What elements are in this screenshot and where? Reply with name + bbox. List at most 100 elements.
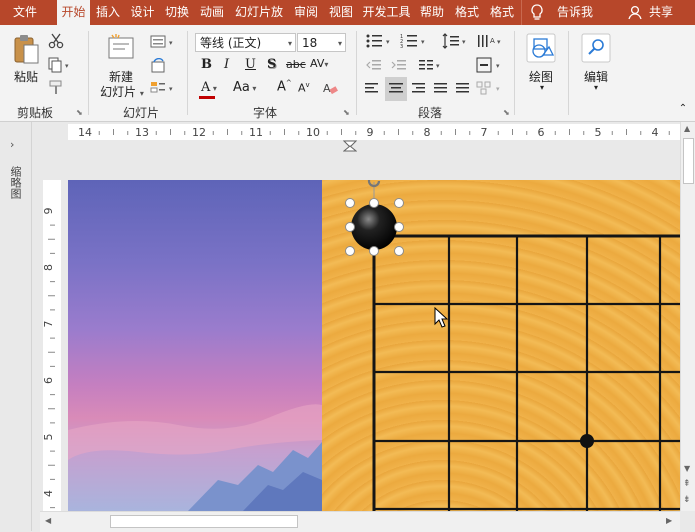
increase-indent-icon[interactable] — [390, 57, 408, 76]
layout-icon[interactable]: ▾ — [150, 35, 176, 52]
new-slide-label-2[interactable]: 幻灯片 ▾ — [96, 83, 148, 100]
smartart-icon[interactable]: ▾ — [476, 80, 504, 99]
scroll-left-icon[interactable]: ◀ — [45, 516, 51, 525]
numbering-icon[interactable]: 1 2 3 ▾ — [400, 33, 430, 52]
paragraph-launcher-icon[interactable]: ⬊ — [503, 108, 510, 117]
paste-button[interactable]: 粘贴 — [10, 68, 42, 85]
font-group-label: 字体 — [252, 106, 277, 120]
align-text-icon[interactable]: ▾ — [476, 57, 504, 76]
shrink-font-button[interactable]: Av — [298, 81, 310, 95]
search-icon[interactable] — [581, 33, 611, 66]
tab-developer[interactable]: 开发工具 — [359, 0, 414, 25]
black-stone-selection[interactable] — [338, 180, 408, 270]
tab-help[interactable]: 帮助 — [415, 0, 449, 25]
chevron-down-icon: ▾ — [539, 83, 544, 92]
expand-pane-icon[interactable]: › — [10, 138, 14, 151]
ruler-tick-label: 9 — [367, 126, 374, 139]
thumbnail-pane-label: 缩略图 — [9, 166, 22, 199]
resize-handle[interactable] — [369, 198, 379, 208]
resize-handle[interactable] — [394, 198, 404, 208]
ruler-tick-label: 11 — [249, 126, 263, 139]
align-center-icon[interactable] — [385, 77, 407, 101]
new-slide-icon[interactable] — [106, 33, 136, 64]
section-icon[interactable]: ▾ — [150, 80, 176, 99]
italic-button[interactable]: I — [224, 57, 229, 72]
text-shadow-button[interactable]: S — [267, 57, 276, 72]
ruler-indent-marker[interactable] — [342, 140, 358, 152]
tab-view[interactable]: 视图 — [324, 0, 358, 25]
line-spacing-icon[interactable]: ▾ — [442, 33, 470, 52]
lightbulb-icon[interactable] — [530, 4, 544, 24]
paste-icon[interactable] — [12, 33, 40, 68]
font-size-select[interactable]: 18 ▾ — [297, 33, 346, 52]
bold-button[interactable]: B — [201, 57, 212, 72]
rotate-handle-icon[interactable] — [363, 180, 385, 192]
previous-slide-icon[interactable]: ⇞ — [683, 479, 691, 489]
vertical-scrollbar[interactable]: ▲ ▼ ⇞ ⇟ — [680, 122, 695, 511]
slide-canvas[interactable] — [68, 180, 680, 511]
vertical-scroll-thumb[interactable] — [683, 138, 694, 184]
separator — [356, 31, 357, 115]
font-color-button[interactable]: A ▾ — [201, 80, 217, 95]
tab-format-2[interactable]: 格式 — [485, 0, 519, 25]
font-launcher-icon[interactable]: ⬊ — [343, 108, 350, 117]
tab-format-1[interactable]: 格式 — [450, 0, 484, 25]
ruler-tick-label: 4 — [43, 490, 55, 497]
tab-divider — [521, 0, 522, 25]
resize-handle[interactable] — [345, 246, 355, 256]
tab-design[interactable]: 设计 — [126, 0, 159, 25]
reset-icon[interactable] — [150, 57, 168, 77]
tell-me-search[interactable]: 告诉我 — [552, 0, 598, 25]
char-spacing-button[interactable]: AV▾ — [310, 57, 328, 70]
strikethrough-button[interactable]: abc — [286, 58, 306, 71]
scroll-down-icon[interactable]: ▼ — [684, 464, 690, 473]
black-go-stone[interactable] — [351, 204, 397, 250]
ruler-tick-label: 9 — [43, 208, 55, 215]
svg-text:▾: ▾ — [462, 38, 466, 46]
tab-transitions[interactable]: 切换 — [160, 0, 194, 25]
decrease-indent-icon[interactable] — [365, 57, 383, 76]
justify-icon[interactable] — [432, 80, 450, 99]
clear-formatting-icon[interactable]: A — [322, 80, 338, 99]
bullets-icon[interactable]: ▾ — [365, 33, 395, 52]
horizontal-scroll-thumb[interactable] — [110, 515, 298, 528]
ruler-tick-label: 7 — [481, 126, 488, 139]
resize-handle[interactable] — [394, 222, 404, 232]
change-case-button[interactable]: Aa ▾ — [233, 80, 256, 95]
ruler-tick-label: 8 — [424, 126, 431, 139]
align-right-icon[interactable] — [410, 80, 428, 99]
resize-handle[interactable] — [345, 222, 355, 232]
clipboard-launcher-icon[interactable]: ⬊ — [76, 108, 83, 117]
cut-icon[interactable] — [48, 33, 64, 52]
columns-icon[interactable]: ▾ — [418, 57, 444, 76]
tab-review[interactable]: 审阅 — [289, 0, 323, 25]
underline-button[interactable]: U — [245, 57, 256, 72]
tab-slideshow[interactable]: 幻灯片放 — [230, 0, 288, 25]
align-left-icon[interactable] — [363, 80, 381, 99]
horizontal-scrollbar[interactable]: ◀ ▶ — [40, 511, 680, 532]
svg-text:▾: ▾ — [497, 38, 501, 46]
distributed-icon[interactable] — [454, 80, 472, 99]
scroll-up-icon[interactable]: ▲ — [684, 124, 690, 133]
text-direction-icon[interactable]: A ▾ — [476, 33, 504, 52]
resize-handle[interactable] — [369, 246, 379, 256]
next-slide-icon[interactable]: ⇟ — [683, 495, 691, 505]
resize-handle[interactable] — [345, 198, 355, 208]
ruler-tick-label: 5 — [43, 434, 55, 441]
collapse-ribbon-icon[interactable]: ⌃ — [676, 103, 690, 114]
sky-background-image — [68, 180, 322, 511]
format-painter-icon[interactable] — [49, 80, 65, 99]
resize-handle[interactable] — [394, 246, 404, 256]
tab-home[interactable]: 开始 — [57, 0, 90, 25]
tab-file[interactable]: 文件 — [0, 0, 50, 25]
share-button[interactable]: 共享 — [645, 0, 677, 25]
grow-font-button[interactable]: A^ — [277, 79, 292, 94]
tab-insert[interactable]: 插入 — [91, 0, 125, 25]
tab-animations[interactable]: 动画 — [195, 0, 229, 25]
drawing-icon[interactable] — [526, 33, 556, 66]
separator — [514, 31, 515, 115]
copy-icon[interactable]: ▾ — [48, 57, 72, 76]
font-family-select[interactable]: 等线 (正文) ▾ — [195, 33, 296, 52]
horizontal-ruler: 14 13 12 11 10 9 8 7 6 5 4 — [68, 124, 684, 140]
scroll-right-icon[interactable]: ▶ — [666, 516, 672, 525]
